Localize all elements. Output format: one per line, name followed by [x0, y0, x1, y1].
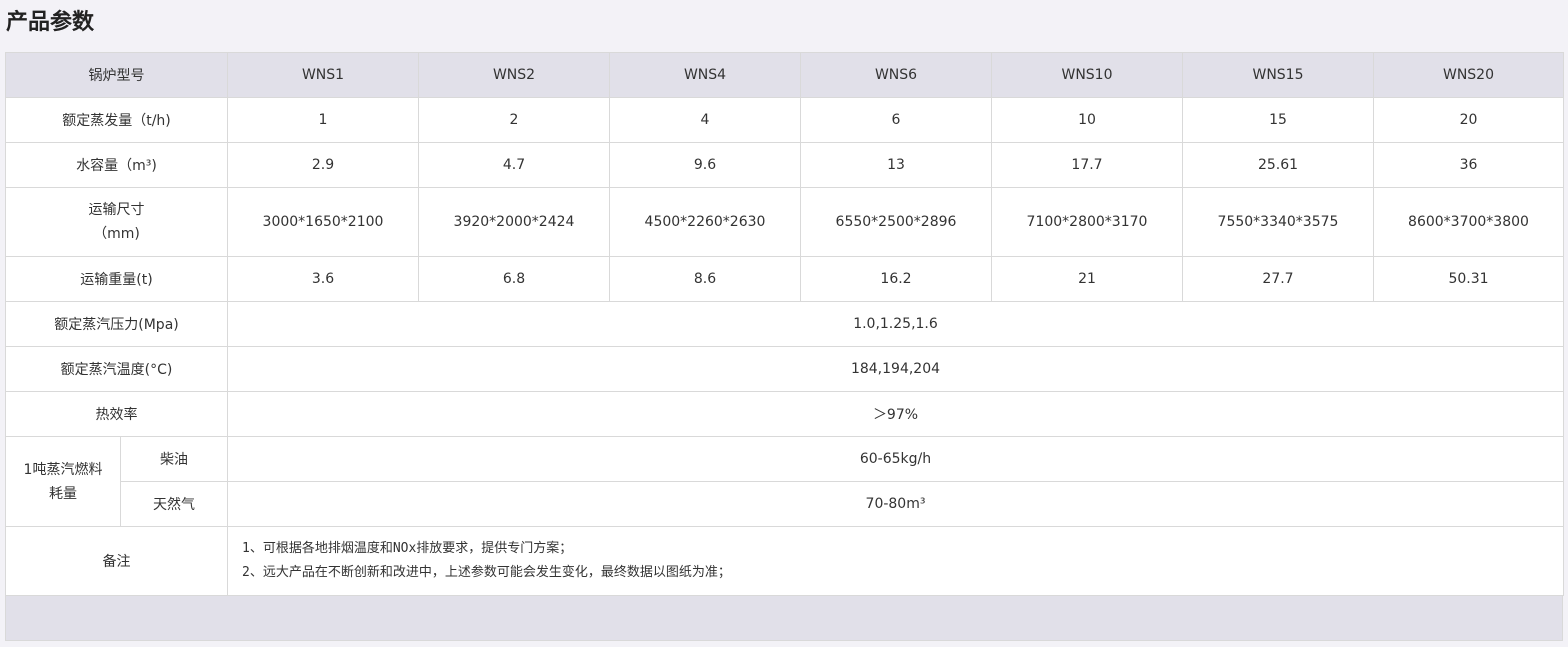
header-model: WNS20 [1373, 52, 1564, 98]
table-cell: 10 [991, 97, 1183, 143]
table-cell: 4500*2260*2630 [609, 187, 801, 257]
table-cell: 70-80m³ [227, 481, 1564, 527]
table-cell: 25.61 [1182, 142, 1374, 188]
note-line: 1、可根据各地排烟温度和NOx排放要求，提供专门方案； [242, 541, 573, 556]
table-row-transport-weight: 运输重量(t) 3.6 6.8 8.6 16.2 21 27.7 50.31 [5, 256, 1564, 302]
table-cell: 6 [800, 97, 992, 143]
table-cell: 8600*3700*3800 [1373, 187, 1564, 257]
fuel-type-label: 天然气 [120, 481, 228, 527]
notes-content: 1、可根据各地排烟温度和NOx排放要求，提供专门方案； 2、远大产品在不断创新和… [227, 526, 1564, 596]
table-row-notes: 备注 1、可根据各地排烟温度和NOx排放要求，提供专门方案； 2、远大产品在不断… [5, 526, 1564, 596]
table-cell: 2.9 [227, 142, 419, 188]
table-cell: 50.31 [1373, 256, 1564, 302]
row-label: 热效率 [5, 391, 228, 437]
table-cell: 3000*1650*2100 [227, 187, 419, 257]
header-model: WNS6 [800, 52, 992, 98]
fuel-type-label: 柴油 [120, 436, 228, 482]
row-label: 额定蒸汽压力(Mpa) [5, 301, 228, 347]
row-label: 额定蒸汽温度(°C) [5, 346, 228, 392]
table-row-water-capacity: 水容量（m³) 2.9 4.7 9.6 13 17.7 25.61 36 [5, 142, 1564, 188]
table-cell: 17.7 [991, 142, 1183, 188]
row-label: 额定蒸发量（t/h) [5, 97, 228, 143]
table-cell: 9.6 [609, 142, 801, 188]
header-model: WNS4 [609, 52, 801, 98]
table-footer-band [5, 596, 1563, 641]
row-label: 运输重量(t) [5, 256, 228, 302]
row-label-line: 运输尺寸 [88, 202, 145, 218]
table-cell: 184,194,204 [227, 346, 1564, 392]
table-cell: 3.6 [227, 256, 419, 302]
notes-label: 备注 [5, 526, 228, 596]
table-cell: 16.2 [800, 256, 992, 302]
row-label: 运输尺寸 （mm) [5, 187, 228, 257]
table-cell: 7100*2800*3170 [991, 187, 1183, 257]
note-line: 2、远大产品在不断创新和改进中，上述参数可能会发生变化，最终数据以图纸为准； [242, 565, 731, 580]
table-cell: 4.7 [418, 142, 610, 188]
product-spec-table: 锅炉型号 WNS1 WNS2 WNS4 WNS6 WNS10 WNS15 WNS… [5, 52, 1564, 596]
page-title: 产品参数 [6, 10, 95, 35]
table-cell: 8.6 [609, 256, 801, 302]
table-cell: 21 [991, 256, 1183, 302]
table-row-fuel-diesel: 1吨蒸汽燃料 耗量 柴油 60-65kg/h [5, 436, 1564, 527]
row-label: 水容量（m³) [5, 142, 228, 188]
table-row-evaporation: 额定蒸发量（t/h) 1 2 4 6 10 15 20 [5, 97, 1564, 143]
table-cell: 1 [227, 97, 419, 143]
table-cell: 20 [1373, 97, 1564, 143]
table-cell: ＞97% [227, 391, 1564, 437]
table-row-steam-pressure: 额定蒸汽压力(Mpa) 1.0,1.25,1.6 [5, 301, 1564, 347]
table-cell: 2 [418, 97, 610, 143]
table-cell: 15 [1182, 97, 1374, 143]
header-model-label: 锅炉型号 [5, 52, 228, 98]
table-cell: 13 [800, 142, 992, 188]
header-model: WNS1 [227, 52, 419, 98]
header-model: WNS10 [991, 52, 1183, 98]
table-cell: 1.0,1.25,1.6 [227, 301, 1564, 347]
table-cell: 36 [1373, 142, 1564, 188]
fuel-group-label: 1吨蒸汽燃料 耗量 [5, 436, 121, 527]
page: 产品参数 锅炉型号 WNS1 WNS2 WNS4 WNS6 WNS10 WNS1… [0, 0, 1568, 647]
fuel-group-label-line: 耗量 [49, 485, 77, 502]
row-label-line: （mm) [93, 226, 140, 242]
table-cell: 6.8 [418, 256, 610, 302]
table-header-row: 锅炉型号 WNS1 WNS2 WNS4 WNS6 WNS10 WNS15 WNS… [5, 52, 1564, 98]
table-cell: 7550*3340*3575 [1182, 187, 1374, 257]
header-model: WNS15 [1182, 52, 1374, 98]
table-cell: 60-65kg/h [227, 436, 1564, 482]
fuel-group-label-line: 1吨蒸汽燃料 [23, 461, 103, 478]
table-cell: 6550*2500*2896 [800, 187, 992, 257]
table-row-steam-temperature: 额定蒸汽温度(°C) 184,194,204 [5, 346, 1564, 392]
table-row-fuel-natural-gas: 天然气 70-80m³ [6, 481, 1564, 527]
table-row-thermal-efficiency: 热效率 ＞97% [5, 391, 1564, 437]
table-row-transport-size: 运输尺寸 （mm) 3000*1650*2100 3920*2000*2424 … [5, 187, 1564, 257]
table-cell: 3920*2000*2424 [418, 187, 610, 257]
header-model: WNS2 [418, 52, 610, 98]
table-cell: 4 [609, 97, 801, 143]
table-cell: 27.7 [1182, 256, 1374, 302]
